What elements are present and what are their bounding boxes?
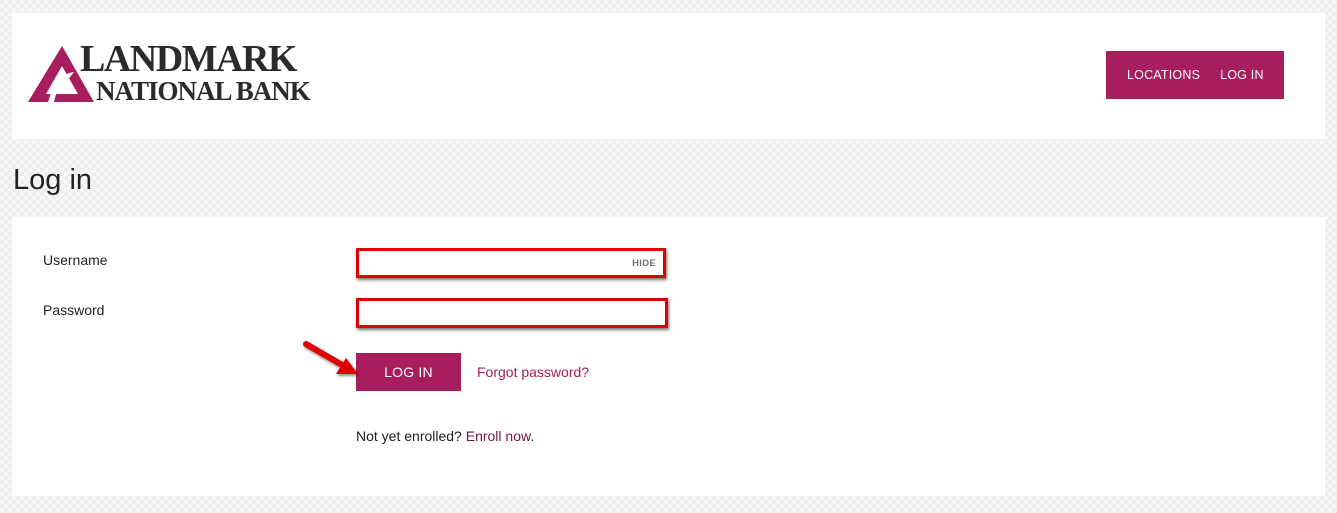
username-field: HIDE bbox=[356, 248, 666, 278]
site-header: LANDMARK NATIONAL BANK LOCATIONS LOG IN bbox=[12, 13, 1325, 139]
top-nav: LOCATIONS LOG IN bbox=[1106, 51, 1284, 99]
username-label: Username bbox=[43, 252, 108, 268]
forgot-password-link[interactable]: Forgot password? bbox=[477, 364, 589, 380]
password-label: Password bbox=[43, 302, 105, 318]
nav-login-link[interactable]: LOG IN bbox=[1220, 68, 1264, 82]
password-input[interactable] bbox=[359, 301, 665, 325]
logo-text-national-bank: NATIONAL BANK bbox=[96, 76, 311, 106]
page-title: Log in bbox=[13, 164, 93, 196]
password-field bbox=[356, 298, 668, 328]
enroll-suffix: . bbox=[530, 428, 535, 444]
login-form-panel: Username HIDE Password LOG IN Forgot pas… bbox=[12, 217, 1325, 496]
bank-logo[interactable]: LANDMARK NATIONAL BANK bbox=[26, 40, 311, 110]
username-input[interactable] bbox=[359, 251, 633, 275]
enroll-prefix: Not yet enrolled? bbox=[356, 428, 462, 444]
login-button[interactable]: LOG IN bbox=[356, 353, 461, 391]
enroll-now-link[interactable]: Enroll now bbox=[466, 428, 531, 444]
hide-toggle[interactable]: HIDE bbox=[632, 258, 663, 269]
logo-text-landmark: LANDMARK bbox=[80, 38, 297, 80]
nav-locations-link[interactable]: LOCATIONS bbox=[1127, 68, 1200, 82]
red-arrow-icon bbox=[303, 341, 358, 374]
enroll-text: Not yet enrolled? Enroll now. bbox=[356, 428, 534, 444]
